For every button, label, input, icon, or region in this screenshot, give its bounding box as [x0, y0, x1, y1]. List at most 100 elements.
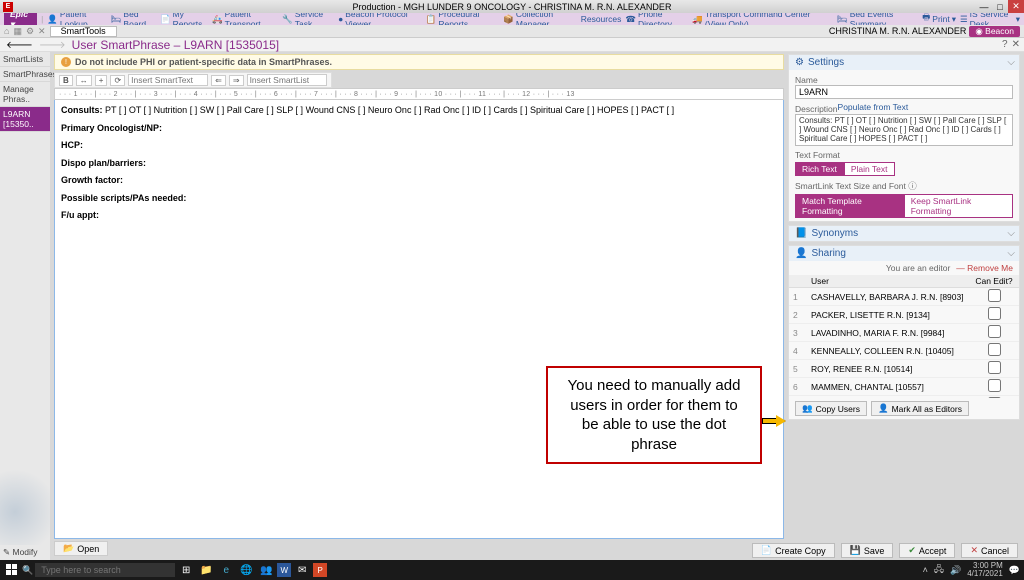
menu-resources[interactable]: Resources: [581, 14, 622, 24]
refresh-button[interactable]: ⟳: [110, 75, 125, 86]
user-table: UserCan Edit? 1CASHAVELLY, BARBARA J. R.…: [789, 275, 1019, 398]
info-icon[interactable]: ⓘ: [908, 181, 917, 191]
help-icon[interactable]: ?: [1002, 39, 1008, 50]
col-edit: Can Edit?: [973, 276, 1015, 286]
save-button[interactable]: 💾 Save: [841, 543, 894, 558]
collapse-icon[interactable]: ⌵: [1007, 248, 1015, 259]
explorer-icon[interactable]: 📁: [197, 561, 215, 579]
ie-icon[interactable]: e: [217, 561, 235, 579]
can-edit-checkbox[interactable]: [988, 325, 1001, 338]
sidebar-item-smartlists[interactable]: SmartLists: [0, 52, 50, 67]
window-title: Production - MGH LUNDER 9 ONCOLOGY - CHR…: [353, 2, 672, 12]
insert-smarttext-input[interactable]: [128, 74, 208, 86]
match-template-button[interactable]: Match Template Formatting: [795, 194, 904, 218]
search-icon[interactable]: 🔍: [22, 565, 33, 576]
panel-close-icon[interactable]: ✕: [1012, 39, 1020, 50]
can-edit-checkbox[interactable]: [988, 289, 1001, 302]
sidebar-decor: [0, 435, 50, 545]
tray-notif-icon[interactable]: 💬: [1009, 565, 1020, 576]
table-row[interactable]: 1CASHAVELLY, BARBARA J. R.N. [8903]: [789, 288, 1019, 306]
top-menu: Epic ▾ | 👤 Patient Lookup 🛏 Bed Board 📄 …: [0, 13, 1024, 25]
fwd-icon[interactable]: 🡒: [39, 39, 66, 51]
table-row[interactable]: 5ROY, RENEE R.N. [10514]: [789, 360, 1019, 378]
remove-me-link[interactable]: — Remove Me: [956, 263, 1013, 273]
collapse-icon[interactable]: ⌵: [1007, 228, 1015, 239]
desc-textarea[interactable]: Consults: PT [ ] OT [ ] Nutrition [ ] SW…: [795, 114, 1013, 146]
sidebar: SmartLists SmartPhrases Manage Phras.. L…: [0, 52, 50, 560]
table-row[interactable]: 3LAVADINHO, MARIA F. R.N. [9984]: [789, 324, 1019, 342]
can-edit-checkbox[interactable]: [988, 307, 1001, 320]
taskbar-search[interactable]: [35, 563, 175, 577]
word-icon[interactable]: W: [277, 563, 291, 577]
current-user: CHRISTINA M. R.N. ALEXANDER: [829, 26, 967, 36]
plaintext-button[interactable]: Plain Text: [844, 162, 895, 176]
maximize-icon[interactable]: □: [992, 0, 1008, 13]
app-icon: E: [3, 2, 13, 12]
tab-smarttools[interactable]: SmartTools: [50, 26, 117, 37]
beacon-badge[interactable]: ◉ Beacon: [969, 26, 1020, 37]
window-titlebar: E Production - MGH LUNDER 9 ONCOLOGY - C…: [0, 0, 1024, 13]
editor-area[interactable]: Consults: PT [ ] OT [ ] Nutrition [ ] SW…: [54, 100, 784, 539]
outlook-icon[interactable]: ✉: [293, 561, 311, 579]
chrome-icon[interactable]: 🌐: [237, 561, 255, 579]
can-edit-checkbox[interactable]: [988, 379, 1001, 392]
accept-button[interactable]: ✔ Accept: [899, 543, 955, 558]
x-icon[interactable]: ✕: [38, 26, 46, 37]
tool-icon[interactable]: ⚙: [26, 26, 34, 37]
desc-label: Description: [795, 104, 838, 114]
annotation-arrow: [762, 416, 786, 426]
sidebar-item-smartphrases[interactable]: SmartPhrases: [0, 67, 50, 82]
name-input[interactable]: [795, 85, 1013, 99]
cancel-button[interactable]: ✕ Cancel: [961, 543, 1018, 558]
taskview-icon[interactable]: ⊞: [177, 561, 195, 579]
create-copy-button[interactable]: 📄 Create Copy: [752, 543, 835, 558]
can-edit-checkbox[interactable]: [988, 361, 1001, 374]
minimize-icon[interactable]: —: [976, 0, 992, 13]
nav-bar: 🡐 🡒 User SmartPhrase – L9ARN [1535015] ?…: [0, 38, 1024, 52]
col-user: User: [807, 276, 973, 286]
format-toolbar: B ↔ + ⟳ ⇐ ⇒: [54, 72, 332, 88]
mark-all-editors-button[interactable]: 👤 Mark All as Editors: [871, 401, 969, 416]
taskbar-date: 4/17/2021: [967, 570, 1003, 578]
warning-banner: ! Do not include PHI or patient-specific…: [54, 54, 784, 70]
ruler: · · · 1 · · · | · · · 2 · · · | · · · 3 …: [54, 88, 784, 100]
page-title: User SmartPhrase – L9ARN [1535015]: [72, 38, 279, 52]
can-edit-checkbox[interactable]: [988, 397, 1001, 398]
editor-note: You are an editor: [886, 263, 950, 273]
name-label: Name: [795, 75, 1013, 85]
smartlink-size-label: SmartLink Text Size and Font ⓘ: [795, 180, 1013, 192]
user-icon: 👤: [795, 248, 807, 259]
sidebar-item-manage[interactable]: Manage Phras..: [0, 82, 50, 107]
textformat-label: Text Format: [795, 150, 1013, 160]
grid-icon[interactable]: ▦: [13, 26, 22, 37]
taskbar: 🔍 ⊞ 📁 e 🌐 👥 W ✉ P ˄ 🖧 🔊 3:00 PM 4/17/202…: [0, 560, 1024, 580]
bold-button[interactable]: B: [59, 75, 73, 86]
table-row[interactable]: 4KENNEALLY, COLLEEN R.N. [10405]: [789, 342, 1019, 360]
sidebar-item-l9arn[interactable]: L9ARN [15350..: [0, 107, 50, 132]
sidebar-modify[interactable]: ✎ Modify: [0, 545, 50, 560]
gear-icon: ⚙: [795, 57, 804, 68]
open-button[interactable]: 📂 Open: [54, 541, 108, 556]
populate-link[interactable]: Populate from Text: [838, 102, 909, 114]
home-icon[interactable]: ⌂: [4, 26, 9, 37]
expand-button[interactable]: ↔: [76, 75, 92, 86]
back-icon[interactable]: 🡐: [6, 39, 33, 51]
insert-smartlist-input[interactable]: [247, 74, 327, 86]
ppt-icon[interactable]: P: [313, 563, 327, 577]
richtext-button[interactable]: Rich Text: [795, 162, 844, 176]
synonyms-panel: 📘Synonyms⌵: [788, 225, 1020, 242]
add-button[interactable]: +: [95, 75, 108, 86]
table-row[interactable]: 2PACKER, LISETTE R.N. [9134]: [789, 306, 1019, 324]
can-edit-checkbox[interactable]: [988, 343, 1001, 356]
copy-users-button[interactable]: 👥 Copy Users: [795, 401, 867, 416]
nav-left-button[interactable]: ⇐: [211, 75, 226, 86]
collapse-icon[interactable]: ⌵: [1007, 57, 1015, 68]
close-icon[interactable]: ✕: [1008, 0, 1024, 13]
tray-up-icon[interactable]: ˄: [923, 565, 928, 575]
nav-right-button[interactable]: ⇒: [229, 75, 244, 86]
tray-vol-icon[interactable]: 🔊: [950, 565, 961, 576]
teams-icon[interactable]: 👥: [257, 561, 275, 579]
table-row[interactable]: 6MAMMEN, CHANTAL [10557]: [789, 378, 1019, 396]
keep-smartlink-button[interactable]: Keep SmartLink Formatting: [904, 194, 1013, 218]
book-icon: 📘: [795, 228, 807, 239]
